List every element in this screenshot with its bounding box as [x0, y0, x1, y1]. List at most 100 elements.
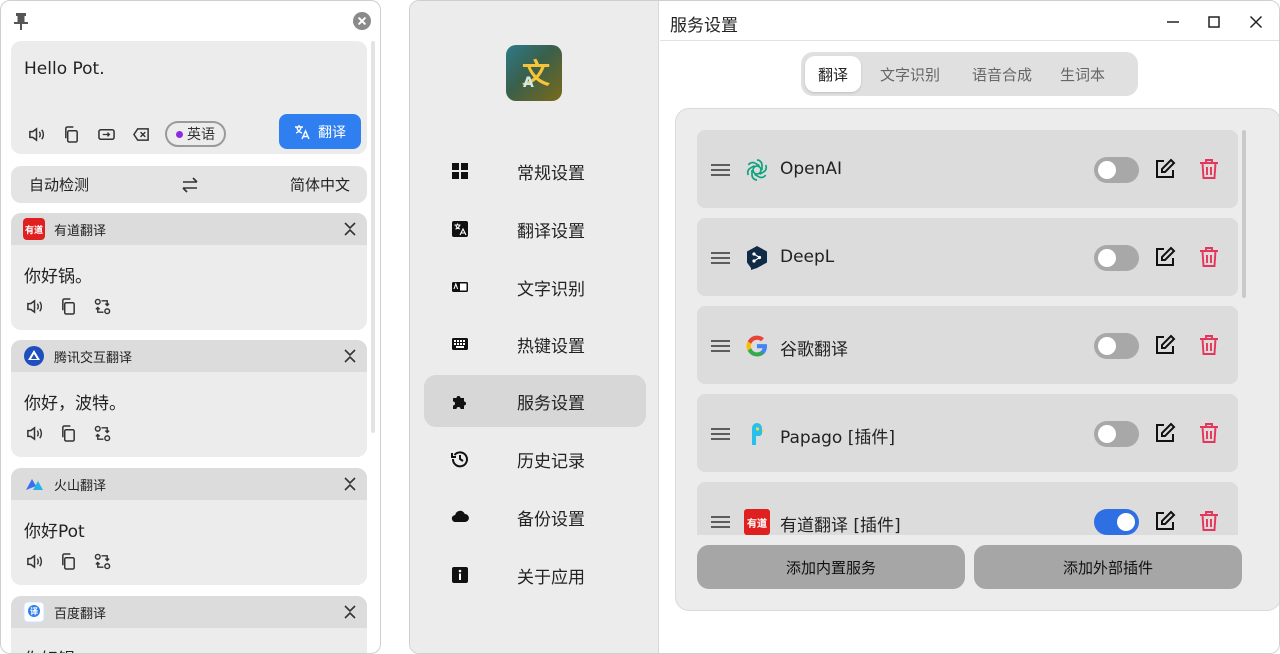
close-button[interactable] [1243, 9, 1269, 35]
baidu-logo-icon: 译 [23, 601, 45, 623]
result-text[interactable]: 你好锅 [24, 645, 354, 653]
edit-icon[interactable] [1154, 422, 1176, 444]
edit-icon[interactable] [1154, 158, 1176, 180]
translate-icon [295, 124, 310, 139]
youdao-icon: 有道 [744, 509, 770, 535]
retranslate-icon[interactable] [89, 422, 115, 444]
maximize-button[interactable] [1201, 9, 1227, 35]
minimize-button[interactable] [1160, 9, 1186, 35]
sidebar-item-label: 常规设置 [517, 163, 585, 184]
sidebar-item-about[interactable]: 关于应用 [424, 549, 646, 601]
results-scrollbar[interactable] [371, 41, 375, 433]
sidebar-item-ocr[interactable]: 文字识别 [424, 261, 646, 313]
result-card-header[interactable]: 火山翻译 [11, 468, 367, 500]
service-name: Papago [插件] [780, 428, 895, 448]
result-text[interactable]: 你好锅。 [24, 262, 354, 287]
source-text[interactable]: Hello Pot. [24, 59, 105, 79]
retranslate-icon[interactable] [89, 295, 115, 317]
sidebar: 文A 常规设置 翻译设置 文字识别 热键设置 服务设置 历史记录 备份设置 关于… [410, 1, 659, 653]
edit-icon[interactable] [1154, 334, 1176, 356]
source-toolbar: 英语 [23, 121, 226, 147]
collapse-icon[interactable] [343, 476, 357, 492]
pin-icon[interactable] [13, 12, 29, 30]
result-card-header[interactable]: 译 百度翻译 [11, 596, 367, 628]
edit-icon[interactable] [1154, 510, 1176, 532]
language-dot-icon [176, 130, 183, 138]
service-panel: OpenAI DeepL 谷歌翻译 Papago [插件] 有道 有道翻译 [插… [675, 108, 1279, 611]
to-language-select[interactable]: 简体中文 [290, 174, 350, 195]
add-external-plugin-button[interactable]: 添加外部插件 [974, 545, 1242, 589]
drag-handle-icon[interactable] [711, 164, 730, 176]
puzzle-icon [453, 396, 466, 409]
result-text[interactable]: 你好，波特。 [24, 389, 354, 414]
delete-icon[interactable] [1199, 422, 1219, 444]
drag-handle-icon[interactable] [711, 252, 730, 264]
service-name: 谷歌翻译 [780, 340, 848, 360]
copy-icon[interactable] [55, 422, 81, 444]
sidebar-item-general[interactable]: 常规设置 [424, 145, 646, 197]
speaker-icon[interactable] [23, 123, 49, 145]
from-language-select[interactable]: 自动检测 [29, 174, 89, 195]
delete-icon[interactable] [1199, 246, 1219, 268]
sidebar-item-translate[interactable]: 翻译设置 [424, 203, 646, 255]
openai-icon [746, 159, 768, 181]
collapse-icon[interactable] [343, 348, 357, 364]
service-toggle[interactable] [1094, 421, 1139, 447]
add-builtin-service-button[interactable]: 添加内置服务 [697, 545, 965, 589]
result-text[interactable]: 你好Pot [24, 517, 354, 542]
drag-handle-icon[interactable] [711, 340, 730, 352]
sidebar-item-backup[interactable]: 备份设置 [424, 491, 646, 543]
clear-icon[interactable] [128, 123, 154, 145]
sidebar-item-label: 服务设置 [517, 393, 585, 414]
result-card-volcano: 火山翻译 你好Pot [11, 468, 367, 585]
sidebar-item-history[interactable]: 历史记录 [424, 433, 646, 485]
sidebar-item-service[interactable]: 服务设置 [424, 375, 646, 427]
delete-icon[interactable] [1199, 334, 1219, 356]
grid-icon [452, 163, 468, 179]
ocr-icon [452, 282, 468, 292]
collapse-icon[interactable] [343, 221, 357, 237]
edit-icon[interactable] [1154, 246, 1176, 268]
result-toolbar [21, 422, 354, 444]
collapse-icon[interactable] [343, 604, 357, 620]
detected-language-badge[interactable]: 英语 [165, 121, 226, 147]
copy-icon[interactable] [55, 550, 81, 572]
tab-ocr[interactable]: 文字识别 [867, 56, 953, 92]
translate-button[interactable]: 翻译 [279, 114, 361, 149]
tab-tts[interactable]: 语音合成 [959, 56, 1045, 92]
result-card-header[interactable]: 腾讯交互翻译 [11, 340, 367, 372]
close-window-button[interactable] [353, 12, 371, 30]
service-toggle[interactable] [1094, 245, 1139, 271]
speaker-icon[interactable] [21, 422, 47, 444]
retranslate-icon[interactable] [89, 550, 115, 572]
settings-main: 服务设置 翻译 文字识别 语音合成 生词本 OpenAI DeepL 谷歌翻译 … [660, 1, 1279, 653]
page-title: 服务设置 [670, 16, 738, 36]
result-card-header[interactable]: 有道 有道翻译 [11, 213, 367, 245]
copy-icon[interactable] [58, 123, 84, 145]
sidebar-item-hotkey[interactable]: 热键设置 [424, 318, 646, 370]
drag-handle-icon[interactable] [711, 428, 730, 440]
service-row-google: 谷歌翻译 [697, 306, 1238, 384]
tab-translate[interactable]: 翻译 [805, 56, 862, 92]
service-toggle[interactable] [1094, 509, 1139, 535]
delete-icon[interactable] [1199, 158, 1219, 180]
cloud-icon [451, 510, 469, 523]
drag-handle-icon[interactable] [711, 516, 730, 528]
service-list-scrollbar[interactable] [1242, 130, 1246, 298]
wrap-text-icon[interactable] [93, 123, 119, 145]
speaker-icon[interactable] [21, 550, 47, 572]
speaker-icon[interactable] [21, 295, 47, 317]
papago-icon [752, 423, 765, 445]
tencent-logo-icon [24, 346, 44, 366]
service-toggle[interactable] [1094, 157, 1139, 183]
swap-icon[interactable] [181, 176, 199, 193]
service-toggle[interactable] [1094, 333, 1139, 359]
result-toolbar [21, 295, 354, 317]
copy-icon[interactable] [55, 295, 81, 317]
delete-icon[interactable] [1199, 510, 1219, 532]
source-text-area[interactable]: Hello Pot. 英语 翻译 [11, 41, 367, 154]
tab-collection[interactable]: 生词本 [1047, 56, 1118, 92]
sidebar-item-label: 历史记录 [517, 451, 585, 472]
detected-language-label: 英语 [187, 127, 215, 143]
service-tabs: 翻译 文字识别 语音合成 生词本 [801, 52, 1138, 96]
